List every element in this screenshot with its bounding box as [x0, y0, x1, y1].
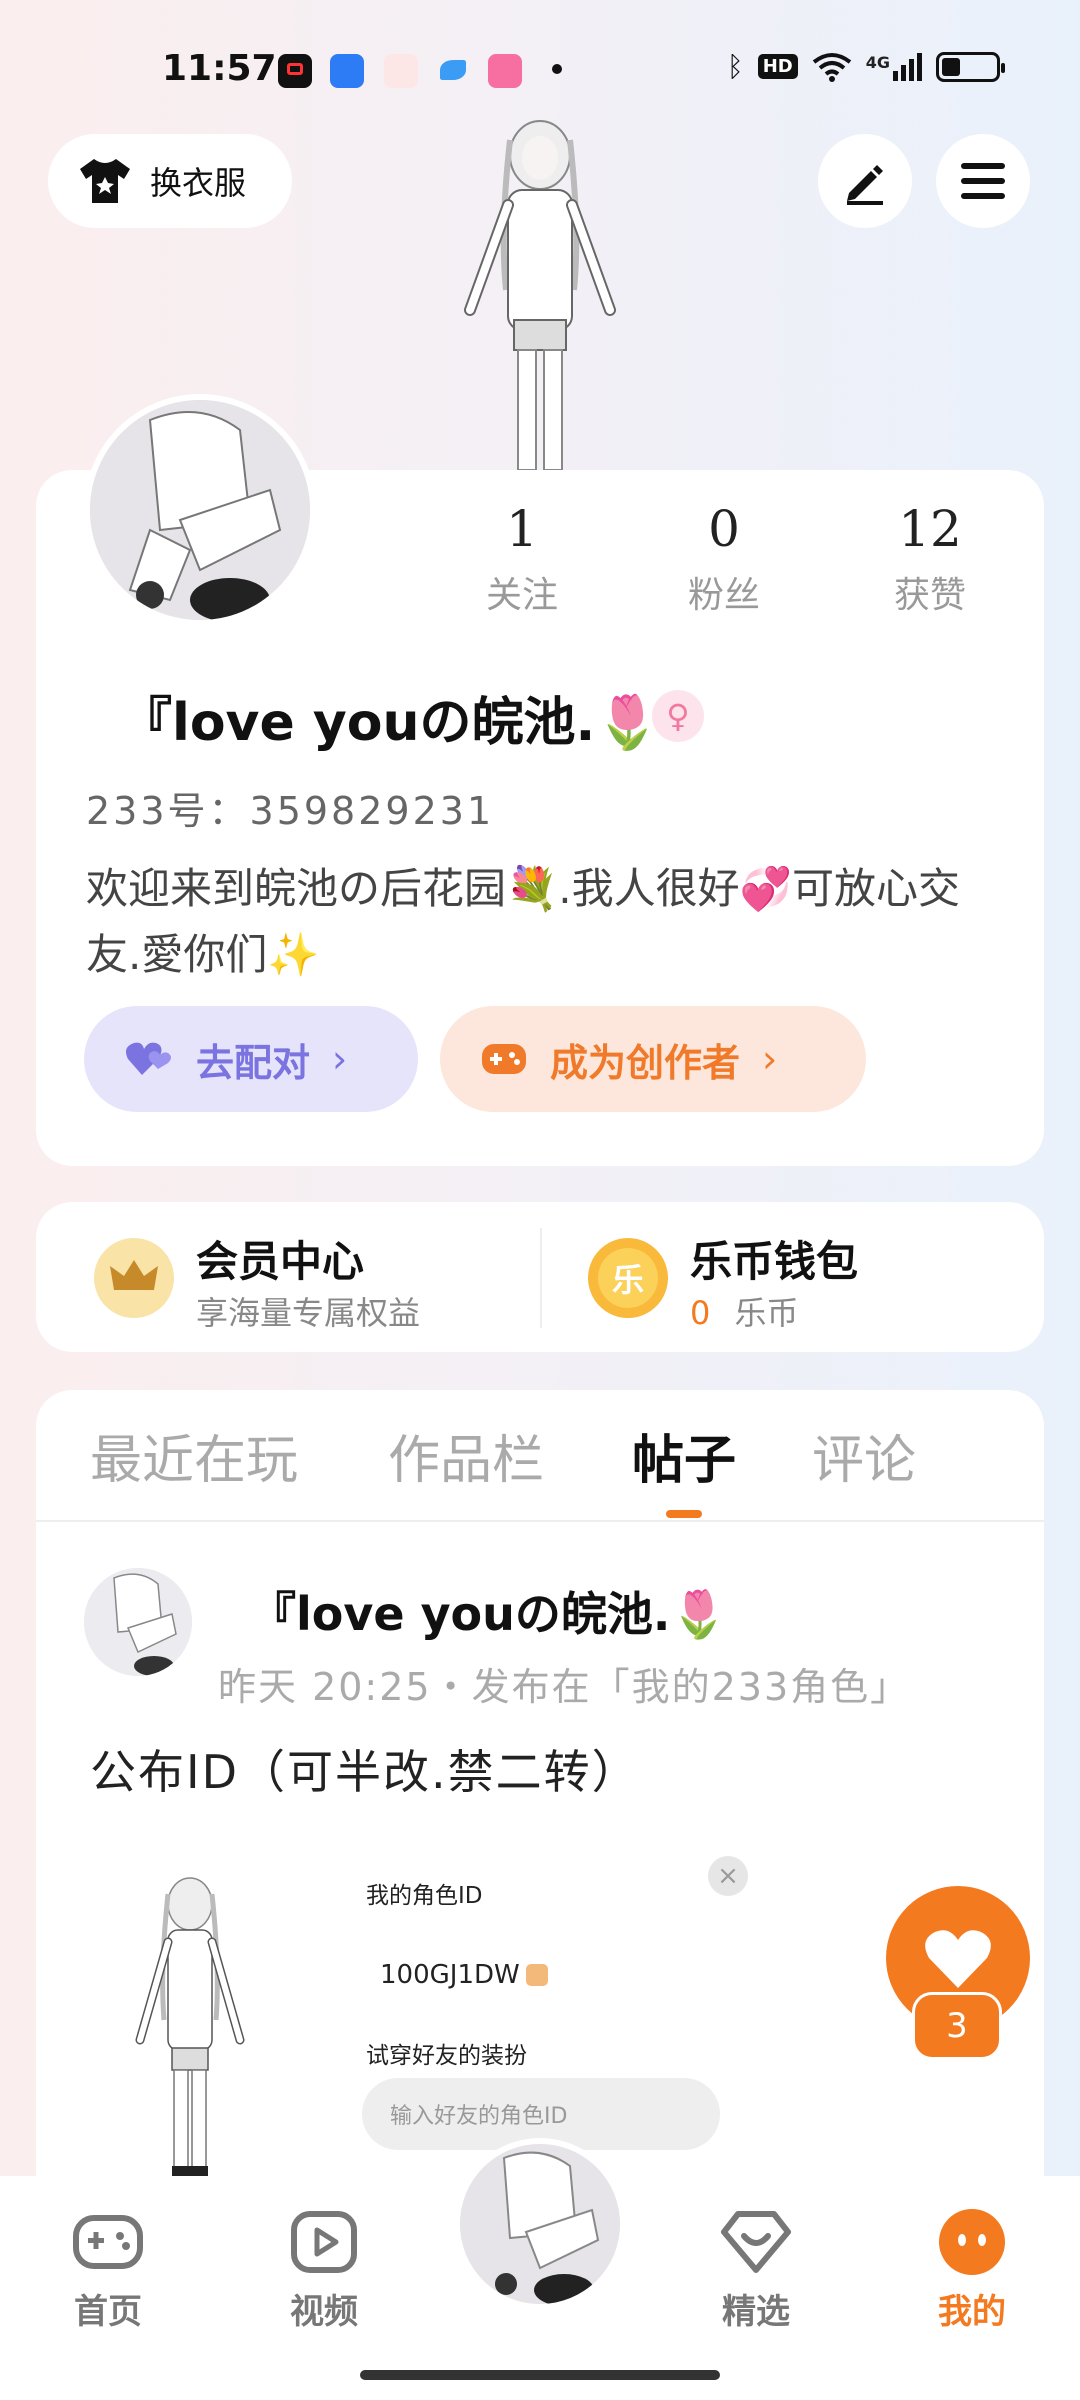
security-app-icon: [330, 54, 364, 88]
tab-posts[interactable]: 帖子: [632, 1418, 736, 1493]
copy-icon: [525, 1964, 548, 1986]
profile-bio: 欢迎来到皖池の后花园💐.我人很好💞可放心交友.愛你们✨: [86, 864, 960, 979]
pen-icon: [847, 165, 883, 205]
following-count: 1: [506, 500, 538, 558]
status-time: 11:57: [162, 48, 277, 89]
tab-works[interactable]: 作品栏: [388, 1418, 544, 1493]
post-text: 公布ID（可半改.禁二转）: [90, 1745, 640, 1799]
battery-fill: [942, 57, 961, 76]
nav-featured-label: 精选: [722, 2292, 790, 2332]
vip-center-title: 会员中心: [196, 1237, 365, 1286]
character-figure-image[interactable]: [440, 110, 640, 470]
following-label: 关注: [485, 575, 558, 616]
nav-video[interactable]: 视频: [264, 2204, 384, 2333]
post-card-id-value: 100GJ1DW: [380, 1960, 520, 1990]
tab-recently-played[interactable]: 最近在玩: [90, 1418, 298, 1493]
match-button[interactable]: 去配对 ›: [84, 1006, 418, 1112]
nav-featured[interactable]: 精选: [696, 2204, 816, 2333]
hearts-icon: [126, 1042, 171, 1075]
vip-center-subtitle: 享海量专属权益: [196, 1294, 421, 1332]
post-card-title: 我的角色ID: [366, 1883, 483, 1909]
change-outfit-button[interactable]: 换衣服: [48, 134, 292, 228]
nav-center-avatar[interactable]: [454, 2138, 626, 2310]
gamepad-icon: [482, 1044, 526, 1074]
home-indicator: [360, 2370, 720, 2380]
wallet-entry[interactable]: 乐 乐币钱包 0 乐币: [542, 1202, 1042, 1352]
tab-comments[interactable]: 评论: [812, 1418, 916, 1493]
hd-badge: HD: [757, 54, 798, 79]
become-creator-button[interactable]: 成为创作者 ›: [440, 1006, 866, 1112]
battery-icon: [936, 51, 1005, 82]
tshirt-icon: [80, 159, 130, 203]
more-notifications-dot: [552, 64, 562, 74]
nav-video-label: 视频: [290, 2292, 358, 2332]
post-card-id: 100GJ1DW: [380, 1960, 548, 1990]
network-type: 4G: [865, 52, 890, 72]
wallet-amount: 0: [690, 1294, 711, 1332]
nav-home-label: 首页: [74, 2292, 142, 2332]
profile-uid[interactable]: 233号：359829231: [86, 780, 494, 835]
post-author-avatar[interactable]: [84, 1568, 192, 1676]
recorder-app-icon: [278, 54, 312, 88]
stat-fans[interactable]: 0 粉丝: [664, 500, 784, 618]
nav-home[interactable]: 首页: [48, 2204, 168, 2333]
feather-app-icon: [436, 54, 470, 88]
stat-following[interactable]: 1 关注: [462, 500, 582, 618]
heart-icon: [925, 1930, 991, 1988]
wallet-unit: 乐币: [734, 1294, 799, 1332]
coin-icon: 乐: [588, 1238, 668, 1318]
likes-count: 12: [898, 500, 962, 558]
coin-icon-text: 乐: [598, 1248, 658, 1308]
tab-divider: [36, 1520, 1044, 1522]
game-app-icon: [384, 54, 418, 88]
nav-mine[interactable]: 我的: [912, 2204, 1032, 2333]
fans-label: 粉丝: [687, 575, 760, 616]
wallet-balance: 0 乐币: [690, 1288, 799, 1334]
profile-face-icon: [934, 2204, 1010, 2280]
edit-profile-button[interactable]: [818, 134, 912, 228]
post-meta: 昨天 20:25・发布在「我的233角色」: [218, 1665, 911, 1709]
change-outfit-label: 换衣服: [150, 164, 247, 202]
post-character-image[interactable]: [120, 1870, 260, 2180]
status-right: ᛒ HD 4G: [726, 50, 1005, 83]
profile-avatar[interactable]: [84, 394, 316, 626]
like-count-badge: 3: [912, 1992, 1002, 2060]
become-creator-label: 成为创作者: [550, 1040, 741, 1085]
vip-center-entry[interactable]: 会员中心 享海量专属权益: [36, 1202, 536, 1352]
signal-icon: 4G: [865, 52, 922, 81]
bluetooth-icon: ᛒ: [726, 50, 744, 83]
chevron-right-icon: ›: [762, 1037, 778, 1081]
female-gender-icon: ♀: [652, 690, 704, 742]
match-label: 去配对: [196, 1040, 311, 1085]
gamepad-icon: [70, 2204, 146, 2280]
crown-icon: [94, 1238, 174, 1318]
play-icon: [286, 2204, 362, 2280]
active-tab-indicator: [666, 1510, 702, 1518]
post-author-name[interactable]: 『love youの皖池.🌷: [250, 1578, 728, 1644]
wifi-icon: [812, 52, 851, 82]
likes-label: 获赞: [893, 575, 966, 616]
menu-button[interactable]: [936, 134, 1030, 228]
fans-count: 0: [708, 500, 740, 558]
nav-mine-label: 我的: [938, 2292, 1006, 2332]
heart-outline-icon: [718, 2204, 794, 2280]
wallet-title: 乐币钱包: [690, 1237, 859, 1286]
post-card-try-label: 试穿好友的装扮: [366, 2043, 527, 2069]
profile-nickname: 『love youの皖池.🌷: [120, 693, 660, 753]
membership-card: 会员中心 享海量专属权益 乐 乐币钱包 0 乐币: [36, 1202, 1044, 1352]
chevron-right-icon: ›: [332, 1037, 348, 1081]
close-icon: ×: [708, 1856, 748, 1896]
hamburger-icon: [961, 163, 1005, 199]
stat-likes[interactable]: 12 获赞: [870, 500, 990, 618]
bilibili-app-icon: [488, 54, 522, 88]
